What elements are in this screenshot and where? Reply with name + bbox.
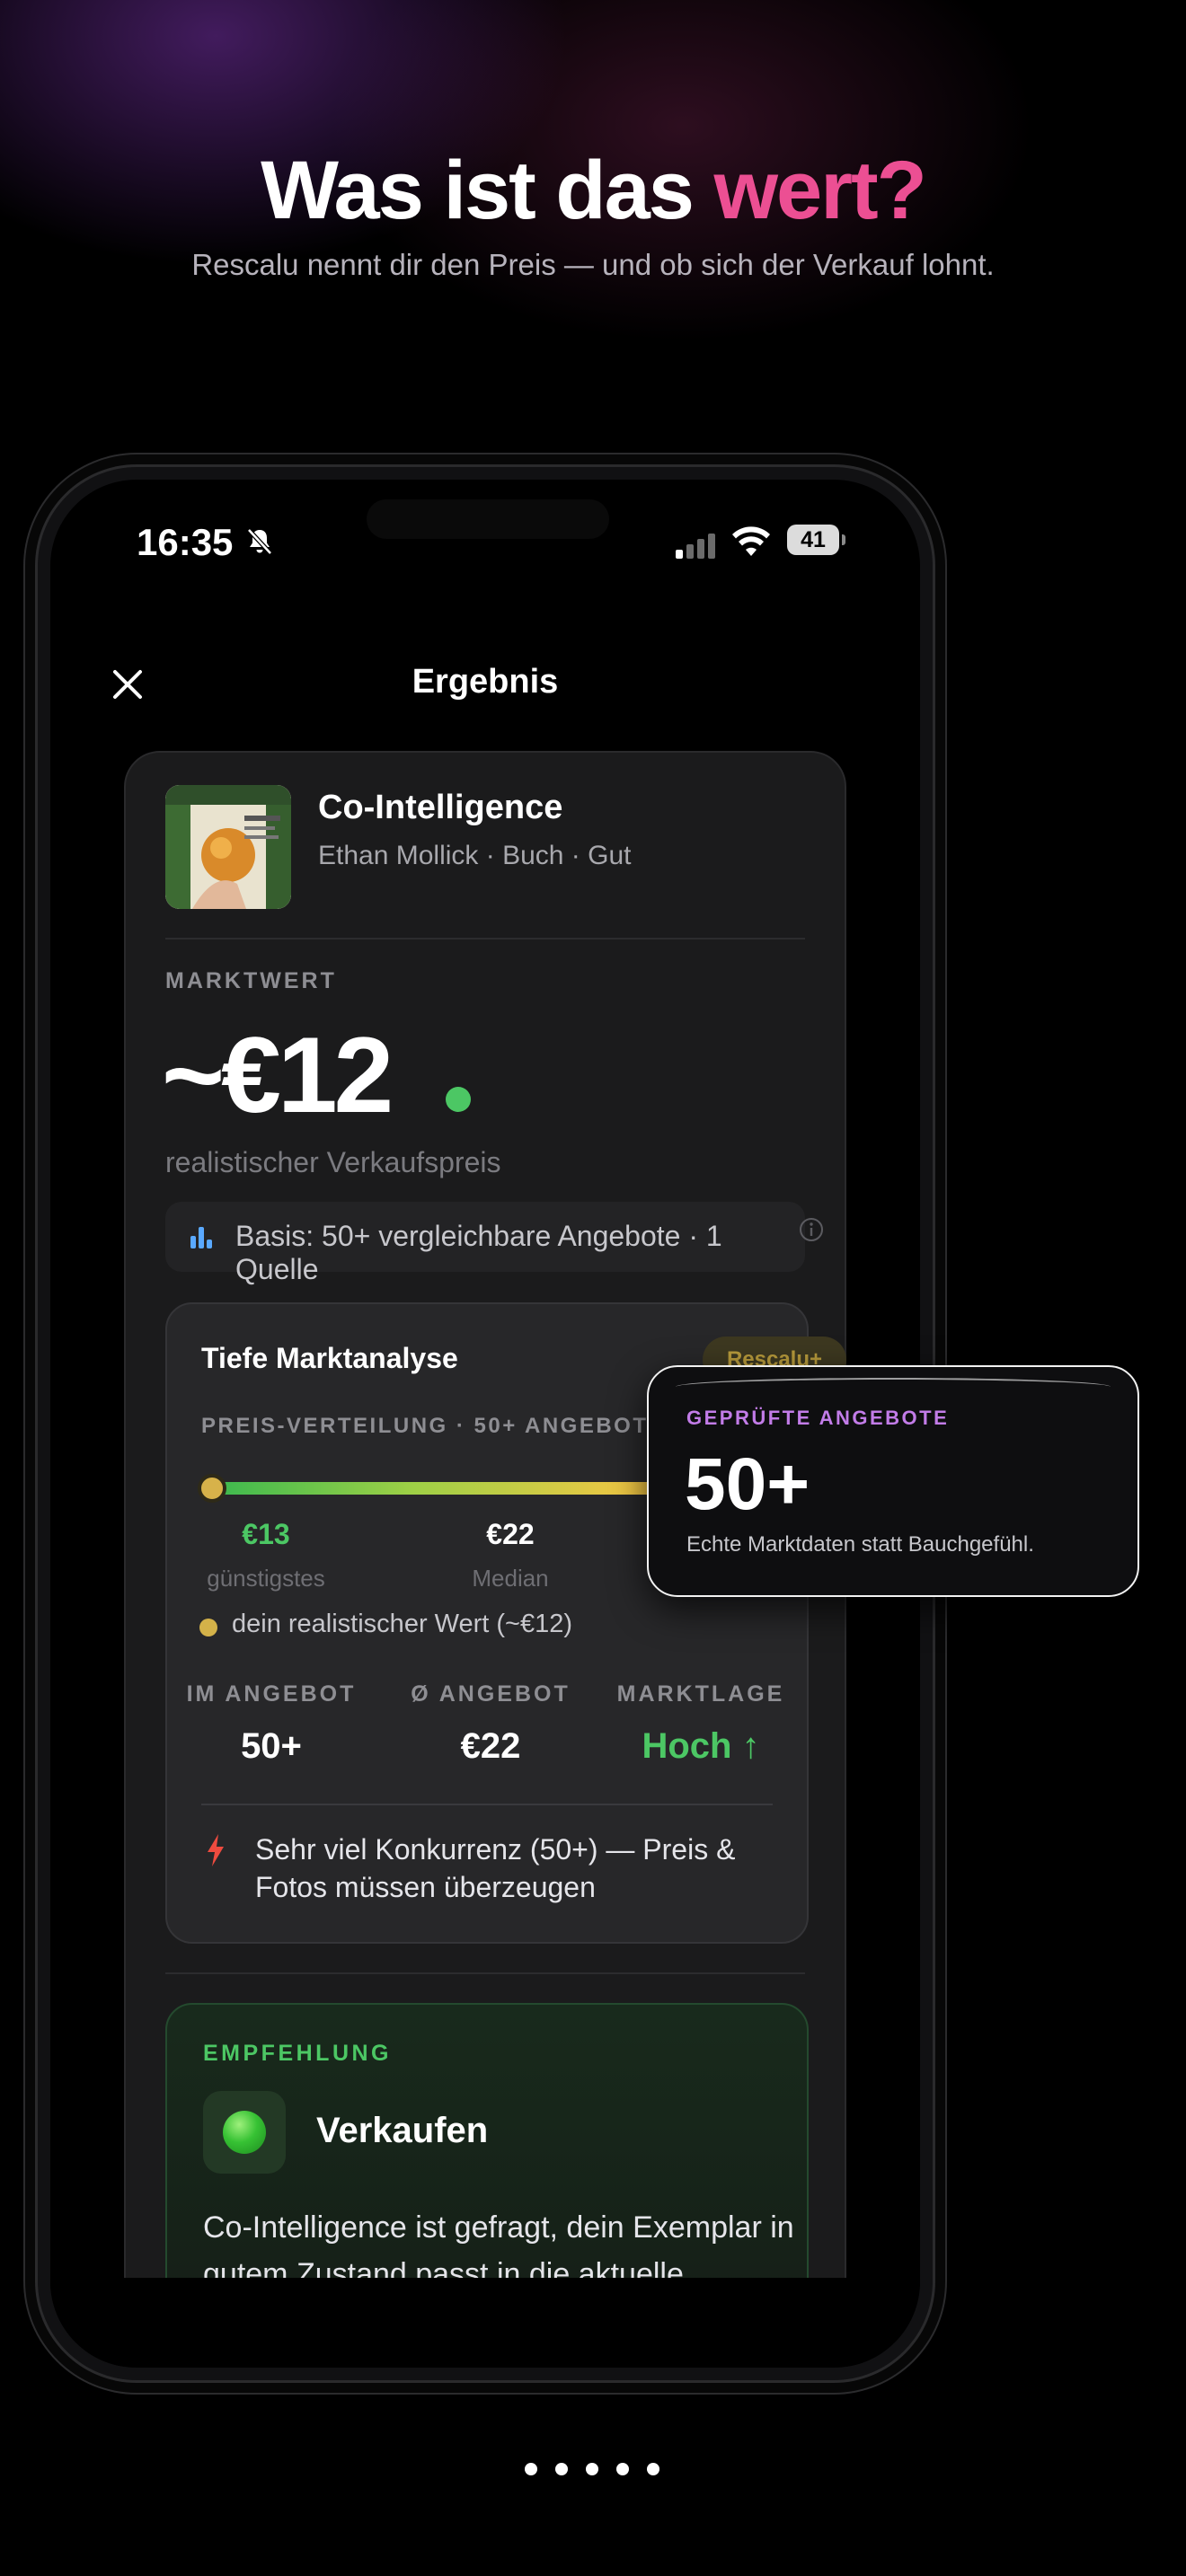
distribution-label: PREIS-VERTEILUNG · 50+ ANGEBOTE	[201, 1414, 666, 1438]
hero-headline: Was ist das wert?	[0, 144, 1186, 238]
screen-bottom-area	[50, 2278, 920, 2368]
headline-accent: wert?	[713, 145, 926, 236]
stat-average-value: €22	[460, 1726, 521, 1766]
callout-label: GEPRÜFTE ANGEBOTE	[686, 1407, 950, 1429]
green-circle-icon	[223, 2111, 266, 2154]
battery-icon: 41	[787, 525, 845, 555]
legend-text: dein realistischer Wert (~€12)	[232, 1610, 573, 1638]
analysis-title: Tiefe Marktanalyse	[201, 1342, 458, 1374]
legend-dot	[199, 1619, 217, 1636]
dynamic-island	[367, 499, 609, 539]
page-dot[interactable]	[555, 2463, 568, 2475]
headline-main: Was ist das	[261, 145, 714, 236]
recommendation-label: EMPFEHLUNG	[203, 2041, 392, 2066]
hero-subline: Rescalu nennt dir den Preis — und ob sic…	[191, 248, 995, 281]
basis-info-row[interactable]: Basis: 50+ vergleichbare Angebote · 1 Qu…	[165, 1202, 805, 1285]
page-dot[interactable]	[525, 2463, 537, 2475]
info-icon[interactable]	[798, 1216, 825, 1243]
price-subtitle: realistischer Verkaufspreis	[165, 1146, 501, 1178]
stat-offers-value: 50+	[241, 1726, 302, 1766]
stat-offers-label: IM ANGEBOT	[186, 1681, 357, 1707]
min-price-caption: günstigstes	[207, 1565, 325, 1592]
bar-chart-icon	[190, 1227, 212, 1248]
page-dot[interactable]	[586, 2463, 598, 2475]
your-value-marker	[198, 1474, 226, 1503]
median-price-value: €22	[486, 1518, 535, 1550]
page-dot[interactable]	[647, 2463, 659, 2475]
verified-offers-callout: GEPRÜFTE ANGEBOTE 50+ Echte Marktdaten s…	[647, 1365, 1139, 1597]
market-price: ~€12	[162, 1015, 394, 1135]
pagination-dots	[525, 2463, 661, 2481]
product-meta: Ethan Mollick · Buch · Gut	[318, 841, 632, 870]
wifi-icon	[732, 526, 770, 556]
market-value-label: MARKTWERT	[165, 968, 337, 993]
bell-slash-icon	[247, 528, 272, 555]
book-cover-art	[165, 785, 291, 909]
callout-text: Echte Marktdaten statt Bauchgefühl.	[686, 1532, 1034, 1557]
divider	[201, 1804, 773, 1805]
callout-value: 50+	[685, 1443, 810, 1525]
cellular-signal-icon	[676, 534, 715, 559]
divider	[165, 1972, 805, 1974]
median-caption: Median	[472, 1565, 549, 1592]
divider	[165, 938, 805, 940]
recommendation-icon-box	[203, 2091, 286, 2174]
price-status-dot	[446, 1087, 471, 1112]
book-cover-image	[165, 785, 291, 909]
stat-market-label: MARKTLAGE	[616, 1681, 785, 1707]
product-title: Co-Intelligence	[318, 789, 563, 826]
stat-average-label: Ø ANGEBOT	[411, 1681, 571, 1707]
nav-title: Ergebnis	[412, 663, 559, 701]
basis-text: Basis: 50+ vergleichbare Angebote · 1 Qu…	[235, 1220, 722, 1285]
min-price-value: €13	[242, 1518, 290, 1550]
page-dot[interactable]	[616, 2463, 629, 2475]
stat-market-value: Hoch ↑	[642, 1726, 760, 1766]
status-time: 16:35	[137, 521, 234, 563]
lightning-icon	[208, 1834, 224, 1866]
recommendation-title: Verkaufen	[316, 2111, 489, 2150]
competition-warning: Sehr viel Konkurrenz (50+) — Preis & Fot…	[255, 1833, 736, 1903]
